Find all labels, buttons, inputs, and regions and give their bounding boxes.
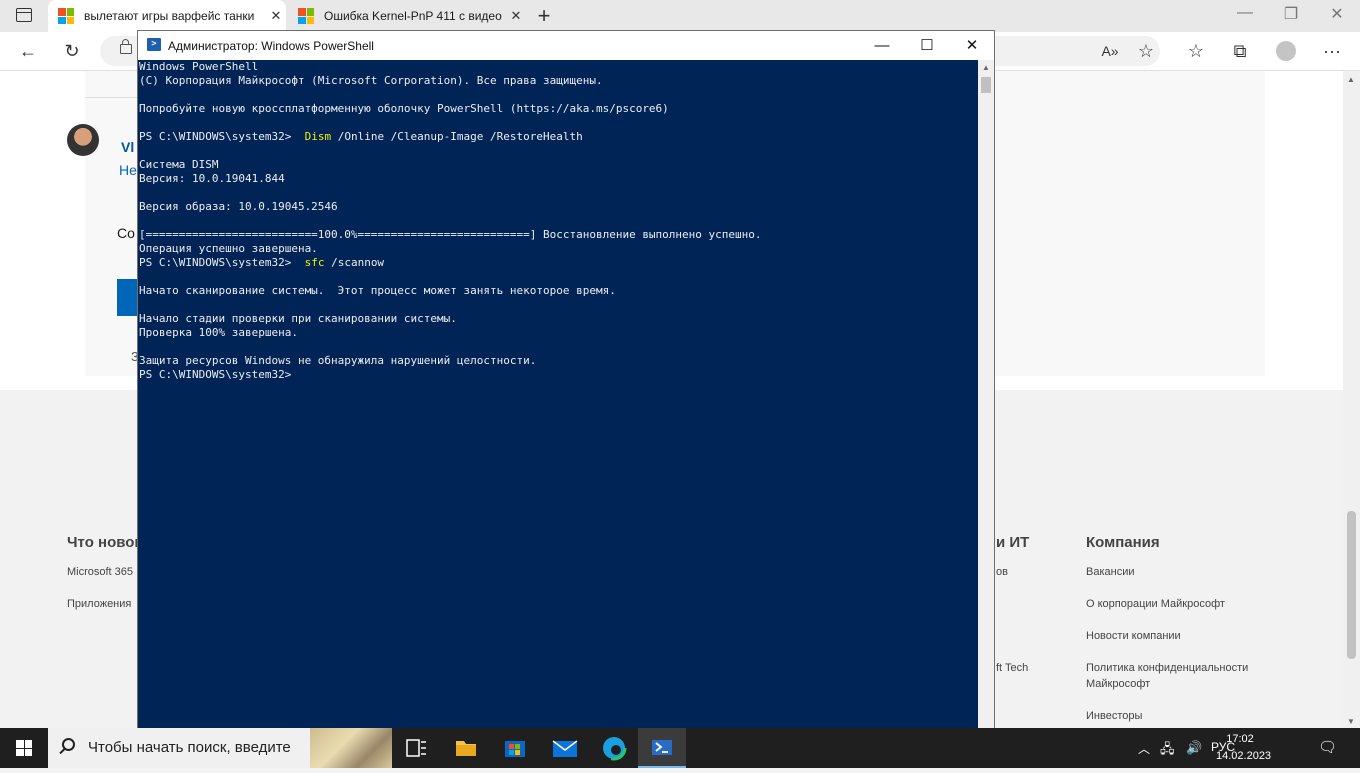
console-line: Начато сканирование системы. Этот процес… [139, 284, 616, 297]
back-button[interactable]: ← [14, 38, 42, 64]
powershell-console[interactable]: Windows PowerShell (C) Корпорация Майкро… [138, 60, 978, 729]
page-scrollbar[interactable]: ▲ ▼ [1343, 71, 1360, 728]
search-icon [62, 738, 75, 751]
store-button[interactable] [491, 728, 539, 768]
volume-icon[interactable]: 🔊 [1186, 740, 1202, 756]
footer-link[interactable]: ов [996, 564, 1008, 580]
console-line: Проверка 100% завершена. [139, 326, 298, 339]
ps-minimize-button[interactable]: — [867, 35, 897, 57]
tab-title: Ошибка Kernel-PnP 411 с видео [324, 9, 502, 23]
console-prompt: PS C:\WINDOWS\system32> [139, 368, 292, 381]
footer-link[interactable]: ft Tech [996, 660, 1028, 676]
footer-link[interactable]: Microsoft 365 [67, 564, 133, 580]
powershell-window: > Администратор: Windows PowerShell — ☐ … [137, 30, 995, 729]
tab-second[interactable]: Ошибка Kernel-PnP 411 с видео ✕ [288, 0, 526, 32]
console-line: Попробуйте новую кроссплатформенную обол… [139, 102, 669, 115]
refresh-button[interactable]: ↻ [58, 38, 86, 64]
console-line: (C) Корпорация Майкрософт (Microsoft Cor… [139, 74, 603, 87]
console-args: /scannow [331, 256, 385, 269]
user-avatar[interactable] [67, 124, 99, 156]
console-command: sfc [304, 256, 325, 269]
taskbar-search-box[interactable]: Чтобы начать поиск, введите [48, 728, 392, 768]
footer-link[interactable]: Приложения [67, 596, 131, 612]
powershell-taskbar-button[interactable] [638, 728, 686, 768]
settings-menu-button[interactable]: ··· [1318, 38, 1346, 64]
footer-heading-company: Компания [1086, 534, 1160, 551]
edge-icon [601, 735, 627, 761]
clock-time: 17:02 [1226, 733, 1254, 745]
console-prompt: PS C:\WINDOWS\system32> [139, 130, 292, 143]
powershell-title-bar[interactable]: > Администратор: Windows PowerShell — ☐ … [138, 31, 994, 60]
new-tab-button[interactable]: + [532, 3, 556, 29]
ps-close-button[interactable]: ✕ [957, 35, 987, 57]
footer-link-careers[interactable]: Вакансии [1086, 564, 1135, 580]
footer-link-about[interactable]: О корпорации Майкрософт [1086, 596, 1225, 612]
mail-icon [552, 740, 578, 757]
task-view-icon [406, 739, 426, 757]
tab-close-icon[interactable]: ✕ [266, 8, 286, 24]
start-button[interactable] [16, 740, 32, 756]
tab-actions-icon[interactable] [16, 8, 32, 22]
console-line: Начало стадии проверки при сканировании … [139, 312, 457, 325]
favorites-button[interactable]: ☆ [1182, 38, 1210, 64]
powershell-scrollbar[interactable]: ▲ [978, 60, 994, 729]
console-command: Dism [304, 130, 332, 143]
task-view-button[interactable] [392, 728, 440, 768]
console-line: Версия: 10.0.19041.844 [139, 172, 285, 185]
search-highlight-image [310, 728, 392, 768]
powershell-scrollbar-thumb[interactable] [981, 77, 991, 93]
tray-overflow-chevron-icon[interactable]: ︿ [1138, 740, 1150, 757]
console-line: Защита ресурсов Windows не обнаружила на… [139, 354, 537, 367]
folder-icon [456, 741, 476, 756]
browser-minimize-button[interactable]: — [1230, 4, 1260, 22]
tab-title: вылетают игры варфейс танки [84, 9, 255, 23]
profile-avatar[interactable] [1276, 41, 1296, 61]
tab-active[interactable]: вылетают игры варфейс танки ✕ [48, 0, 286, 32]
clock-date: 14.02.2023 [1216, 750, 1272, 762]
powershell-title: Администратор: Windows PowerShell [168, 39, 374, 53]
console-prompt: PS C:\WINDOWS\system32> [139, 256, 292, 269]
browser-close-button[interactable]: ✕ [1322, 4, 1352, 24]
console-progress: [==========================100.0%=======… [139, 228, 762, 241]
microsoft-logo-icon [298, 8, 314, 24]
scroll-down-arrow-icon[interactable]: ▼ [1347, 717, 1355, 726]
edge-button[interactable] [589, 728, 637, 768]
page-scrollbar-thumb[interactable] [1347, 511, 1356, 659]
tab-close-icon[interactable]: ✕ [506, 8, 526, 24]
console-line: Версия образа: 10.0.19045.2546 [139, 200, 338, 213]
notifications-icon[interactable]: 🗨 [1318, 738, 1337, 756]
collections-button[interactable]: ⧉ [1226, 38, 1254, 64]
console-line: Система DISM [139, 158, 219, 171]
ps-maximize-button[interactable]: ☐ [912, 35, 942, 57]
footer-link-privacy[interactable]: Политика конфиденциальности Майкрософт [1086, 660, 1276, 692]
browser-tab-strip: вылетают игры варфейс танки ✕ Ошибка Ker… [0, 0, 1360, 32]
divider [85, 97, 145, 98]
taskbar: Чтобы начать поиск, введите ︿ 🖧 🔊 РУС 17… [0, 728, 1360, 768]
store-icon [505, 741, 525, 757]
footer-link-investors[interactable]: Инвесторы [1086, 708, 1142, 724]
scroll-up-arrow-icon[interactable]: ▲ [1347, 75, 1355, 84]
powershell-icon: > [147, 38, 161, 51]
mail-button[interactable] [540, 728, 588, 768]
add-favorite-button[interactable]: ☆ [1132, 38, 1160, 64]
footer-link-news[interactable]: Новости компании [1086, 628, 1181, 644]
lock-icon [120, 39, 132, 54]
author-subtitle[interactable]: Не [119, 162, 137, 178]
footer-heading-it: и ИТ [996, 534, 1030, 551]
network-icon[interactable]: 🖧 [1160, 740, 1175, 762]
clock[interactable]: 17:02 14.02.2023 [1216, 731, 1272, 765]
file-explorer-button[interactable] [442, 728, 490, 768]
browser-restore-button[interactable]: ❐ [1276, 4, 1306, 24]
powershell-icon [652, 740, 672, 755]
microsoft-logo-icon [58, 8, 74, 24]
search-placeholder: Чтобы начать поиск, введите [88, 739, 291, 756]
scroll-up-arrow-icon[interactable]: ▲ [982, 63, 990, 72]
console-line: Операция успешно завершена. [139, 242, 318, 255]
console-line: Windows PowerShell [139, 60, 259, 73]
answer-text: Со [117, 225, 135, 241]
console-args: /Online /Cleanup-Image /RestoreHealth [337, 130, 583, 143]
author-name[interactable]: Vl [121, 139, 134, 155]
read-aloud-button[interactable]: A» [1096, 38, 1124, 64]
